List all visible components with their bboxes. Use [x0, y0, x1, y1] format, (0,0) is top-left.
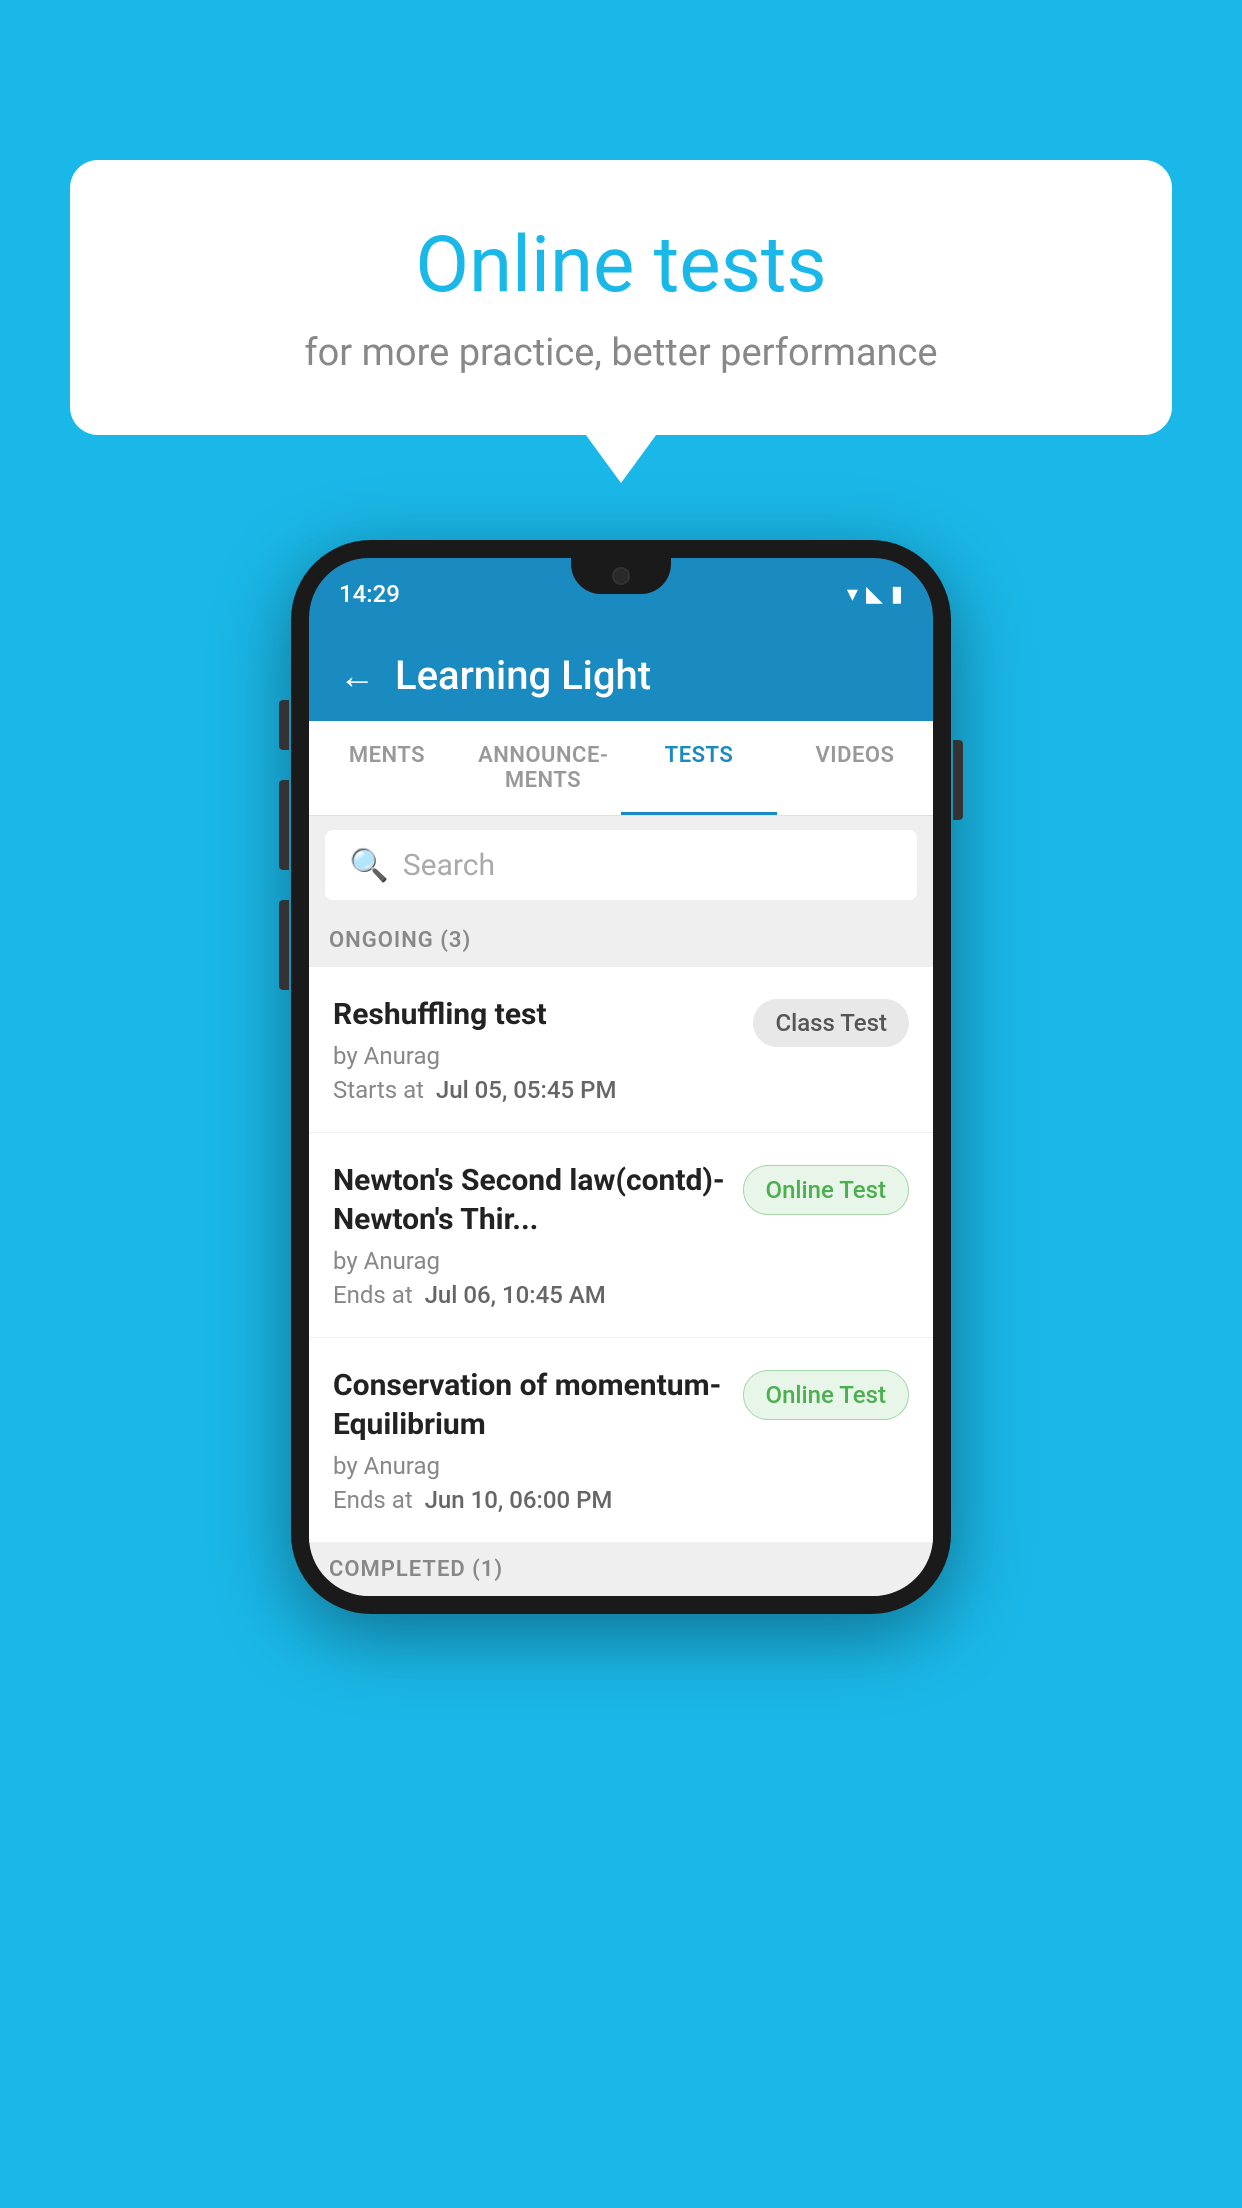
test-time: Ends at Jul 06, 10:45 AM [333, 1281, 727, 1309]
test-list: Reshuffling test by Anurag Starts at Jul… [309, 967, 933, 1543]
volume-up-button [279, 700, 289, 750]
badge-online-test: Online Test [743, 1370, 909, 1420]
tab-videos[interactable]: VIDEOS [777, 721, 933, 815]
search-icon: 🔍 [349, 846, 389, 884]
status-bar: 14:29 ▾ ◣ ▮ [309, 558, 933, 630]
front-camera [612, 567, 630, 585]
status-time: 14:29 [339, 580, 400, 608]
notch [571, 558, 671, 594]
promo-subtitle: for more practice, better performance [150, 331, 1092, 375]
speech-bubble: Online tests for more practice, better p… [70, 160, 1172, 435]
badge-online-test: Online Test [743, 1165, 909, 1215]
search-placeholder: Search [403, 848, 495, 883]
test-info: Reshuffling test by Anurag Starts at Jul… [333, 995, 753, 1104]
test-info: Conservation of momentum-Equilibrium by … [333, 1366, 743, 1514]
status-icons: ▾ ◣ ▮ [847, 582, 903, 607]
test-item[interactable]: Newton's Second law(contd)-Newton's Thir… [309, 1133, 933, 1338]
power-button [953, 740, 963, 820]
back-button[interactable]: ← [339, 655, 375, 697]
ongoing-section-label: ONGOING (3) [309, 914, 933, 967]
test-item[interactable]: Reshuffling test by Anurag Starts at Jul… [309, 967, 933, 1133]
app-header-title: Learning Light [395, 652, 651, 699]
test-name: Newton's Second law(contd)-Newton's Thir… [333, 1161, 727, 1239]
battery-icon: ▮ [891, 582, 903, 607]
test-name: Conservation of momentum-Equilibrium [333, 1366, 727, 1444]
tab-tests[interactable]: TESTS [621, 721, 777, 815]
tab-ments[interactable]: MENTS [309, 721, 465, 815]
tab-announcements[interactable]: ANNOUNCE­MENTS [465, 721, 621, 815]
volume-down-button [279, 780, 289, 870]
tabs-bar: MENTS ANNOUNCE­MENTS TESTS VIDEOS [309, 721, 933, 816]
test-name: Reshuffling test [333, 995, 737, 1034]
phone-mockup: 14:29 ▾ ◣ ▮ ← Learning Light MENTS ANNOU… [291, 540, 951, 1614]
wifi-icon: ▾ [847, 582, 858, 607]
app-header: ← Learning Light [309, 630, 933, 721]
search-wrapper: 🔍 Search [309, 816, 933, 914]
completed-section-label: COMPLETED (1) [309, 1543, 933, 1596]
search-bar[interactable]: 🔍 Search [325, 830, 917, 900]
test-info: Newton's Second law(contd)-Newton's Thir… [333, 1161, 743, 1309]
signal-icon: ◣ [866, 582, 883, 607]
silent-button [279, 900, 289, 990]
badge-class-test: Class Test [753, 999, 909, 1047]
test-author: by Anurag [333, 1247, 727, 1275]
promo-title: Online tests [150, 220, 1092, 311]
app-screen: ← Learning Light MENTS ANNOUNCE­MENTS TE… [309, 630, 933, 1596]
test-item[interactable]: Conservation of momentum-Equilibrium by … [309, 1338, 933, 1543]
test-author: by Anurag [333, 1452, 727, 1480]
test-time: Ends at Jun 10, 06:00 PM [333, 1486, 727, 1514]
test-author: by Anurag [333, 1042, 737, 1070]
test-time: Starts at Jul 05, 05:45 PM [333, 1076, 737, 1104]
